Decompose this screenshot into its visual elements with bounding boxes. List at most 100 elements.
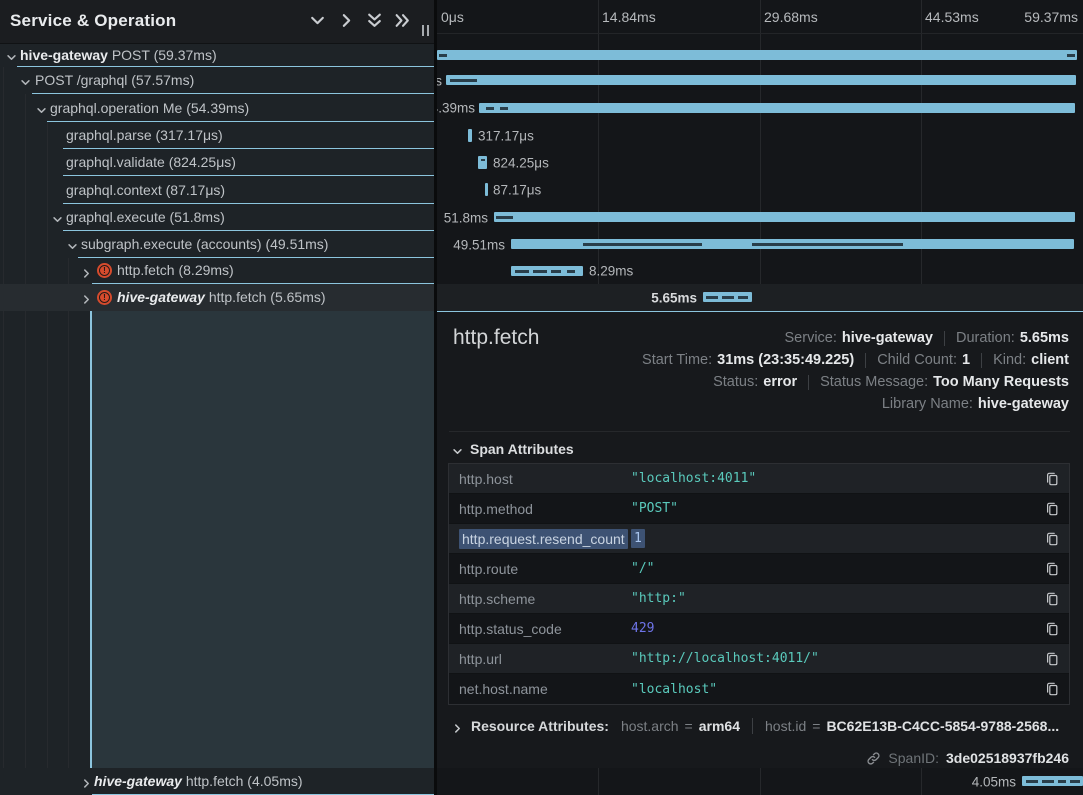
span-id-value: 3de02518937fb246 xyxy=(946,750,1069,766)
duration-label: 49.51ms xyxy=(453,237,505,252)
error-icon: ! xyxy=(97,290,112,305)
chevron-down-icon[interactable] xyxy=(309,12,326,29)
span-bar[interactable] xyxy=(478,156,487,169)
tree-row[interactable]: graphql.operation Me (54.39ms) xyxy=(0,94,434,122)
duration-label: 54.39ms xyxy=(437,101,475,116)
meta-value: 5.65ms xyxy=(1020,330,1069,346)
attr-value: 1 xyxy=(631,531,1035,546)
panel-resize-handle[interactable] xyxy=(420,25,432,36)
copy-button[interactable] xyxy=(1035,561,1069,577)
divider xyxy=(449,431,1070,432)
attr-value: 429 xyxy=(631,621,1035,636)
link-icon[interactable] xyxy=(866,751,881,766)
duration-label: 51.8ms xyxy=(444,210,488,225)
span-bar[interactable] xyxy=(437,50,1077,60)
attr-row[interactable]: http.route "/" xyxy=(449,554,1069,584)
copy-button[interactable] xyxy=(1035,591,1069,607)
operation-name: http.fetch (4.05ms) xyxy=(186,773,303,789)
tick-label: 14.84ms xyxy=(602,9,656,25)
tick-label: 59.37ms xyxy=(1024,9,1078,25)
timeline-ruler[interactable]: 0μs 14.84ms 29.68ms 44.53ms 59.37ms xyxy=(437,0,1083,34)
operation-name: graphql.context (87.17μs) xyxy=(66,182,225,198)
attr-row[interactable]: http.scheme "http:" xyxy=(449,584,1069,614)
attr-row[interactable]: http.status_code 429 xyxy=(449,614,1069,644)
meta-label: Library Name: xyxy=(882,396,973,412)
tree-row[interactable]: hive-gateway POST (59.37ms) xyxy=(0,44,434,67)
meta-label: Status: xyxy=(713,374,758,390)
chevron-down-icon[interactable] xyxy=(6,50,17,61)
span-bar[interactable] xyxy=(494,212,1075,222)
timeline-row-selected[interactable]: 5.65ms xyxy=(437,284,1083,311)
chevron-right-icon[interactable] xyxy=(81,266,92,277)
attr-key: http.route xyxy=(449,561,631,577)
chevron-right-icon[interactable] xyxy=(81,292,92,303)
meta-value: hive-gateway xyxy=(842,330,933,346)
tree-row-selected[interactable]: ! hive-gateway http.fetch (5.65ms) xyxy=(0,284,434,311)
span-bar[interactable] xyxy=(468,129,472,142)
resource-value: BC62E13B-C4CC-5854-9788-2568... xyxy=(826,718,1059,734)
section-title: Resource Attributes: xyxy=(471,718,609,734)
copy-icon xyxy=(1045,681,1059,697)
tree-row[interactable]: POST /graphql (57.57ms) xyxy=(0,67,434,94)
duration-label: 8.29ms xyxy=(589,264,633,279)
resource-key: host.id xyxy=(765,718,806,734)
span-bar[interactable] xyxy=(446,75,1076,85)
attr-row[interactable]: net.host.name "localhost" xyxy=(449,674,1069,704)
chevron-right-icon[interactable] xyxy=(338,12,355,29)
meta-label: Start Time: xyxy=(642,352,712,368)
copy-button[interactable] xyxy=(1035,651,1069,667)
trace-timeline-view: hive-gateway POST (59.37ms) POST /graphq… xyxy=(0,0,1083,795)
copy-button[interactable] xyxy=(1035,471,1069,487)
attr-row[interactable]: http.method "POST" xyxy=(449,494,1069,524)
timeline-row: 57.57ms xyxy=(437,67,1083,94)
timeline-row: 4.05ms xyxy=(437,768,1083,795)
chevron-right-icon[interactable] xyxy=(81,776,92,787)
tree-row[interactable]: ! http.fetch (8.29ms) xyxy=(0,258,434,284)
tick-label: 29.68ms xyxy=(764,9,818,25)
chevron-down-icon[interactable] xyxy=(36,103,47,114)
copy-button[interactable] xyxy=(1035,501,1069,517)
copy-button[interactable] xyxy=(1035,531,1069,547)
resource-attributes-row[interactable]: Resource Attributes: host.arch = arm64 h… xyxy=(452,718,1059,734)
span-bar[interactable] xyxy=(703,292,752,302)
span-attributes-header[interactable]: Span Attributes xyxy=(452,441,574,457)
span-bar[interactable] xyxy=(1022,776,1083,786)
tick-label: 0μs xyxy=(441,9,464,25)
copy-icon xyxy=(1045,561,1059,577)
chevron-down-icon[interactable] xyxy=(52,212,63,223)
tree-row[interactable]: graphql.validate (824.25μs) xyxy=(0,149,434,176)
copy-button[interactable] xyxy=(1035,681,1069,697)
copy-button[interactable] xyxy=(1035,621,1069,637)
copy-icon xyxy=(1045,531,1059,547)
attr-row[interactable]: http.request.resend_count 1 xyxy=(449,524,1069,554)
attr-row[interactable]: http.host "localhost:4011" xyxy=(449,464,1069,494)
copy-icon xyxy=(1045,621,1059,637)
chevron-down-icon[interactable] xyxy=(20,75,31,86)
tree-row[interactable]: hive-gateway http.fetch (4.05ms) xyxy=(0,768,434,795)
attr-row[interactable]: http.url "http://localhost:4011/" xyxy=(449,644,1069,674)
span-bar[interactable] xyxy=(511,266,583,276)
attr-value: "localhost:4011" xyxy=(631,471,1035,486)
duration-label: 317.17μs xyxy=(478,128,534,143)
copy-icon xyxy=(1045,471,1059,487)
tree-row[interactable]: graphql.execute (51.8ms) xyxy=(0,204,434,231)
meta-value: client xyxy=(1031,352,1069,368)
span-bar[interactable] xyxy=(511,239,1074,249)
service-operation-panel: hive-gateway POST (59.37ms) POST /graphq… xyxy=(0,0,434,795)
double-chevron-right-icon[interactable] xyxy=(394,12,411,29)
operation-name: http.fetch (5.65ms) xyxy=(209,289,326,305)
tree-row[interactable]: graphql.parse (317.17μs) xyxy=(0,122,434,149)
span-bar[interactable] xyxy=(485,183,488,196)
timeline-row: 824.25μs xyxy=(437,149,1083,176)
span-bar[interactable] xyxy=(479,103,1075,113)
copy-icon xyxy=(1045,651,1059,667)
span-title: http.fetch xyxy=(453,326,539,350)
tree-row[interactable]: subgraph.execute (accounts) (49.51ms) xyxy=(0,231,434,258)
double-chevron-down-icon[interactable] xyxy=(366,12,383,29)
chevron-down-icon[interactable] xyxy=(67,239,78,250)
tree-row[interactable]: graphql.context (87.17μs) xyxy=(0,176,434,204)
copy-icon xyxy=(1045,501,1059,517)
timeline-row: 54.39ms xyxy=(437,94,1083,122)
attr-value: "POST" xyxy=(631,501,1035,516)
attr-key: http.request.resend_count xyxy=(449,531,631,547)
